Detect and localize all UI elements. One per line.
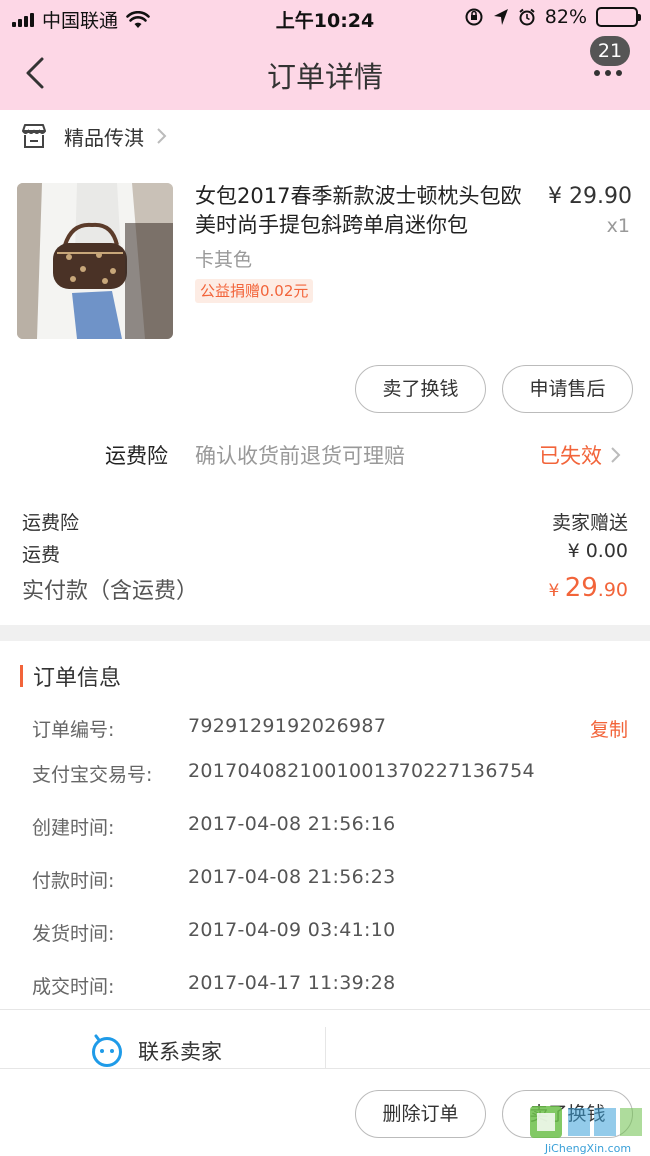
jichengxin-logo: JiChengXin.com <box>530 1106 642 1155</box>
alipay-trade-number: 2017040821001001370227136754 <box>188 760 535 782</box>
alarm-icon <box>519 8 535 26</box>
product-quantity: x1 <box>606 215 630 237</box>
contact-seller-label: 联系卖家 <box>138 1040 222 1064</box>
info-key: 发货时间: <box>32 923 115 945</box>
summary-paid-amount: ¥ 29.90 <box>548 573 628 603</box>
order-number: 7929129192026987 <box>188 715 387 737</box>
header: 中国联通 上午10:24 82% 订单详情 21 <box>0 0 650 110</box>
navigation-bar: 订单详情 21 <box>0 36 650 110</box>
summary-insurance-label: 运费险 <box>22 512 80 534</box>
divider-line <box>0 1009 650 1010</box>
watermark-text: JiChengXin.com <box>544 1142 631 1155</box>
shipped-time: 2017-04-09 03:41:10 <box>188 919 396 941</box>
orientation-lock-icon <box>465 8 483 26</box>
paid-currency: ¥ <box>548 581 565 601</box>
page-title: 订单详情 <box>266 60 383 94</box>
info-key: 创建时间: <box>32 817 115 839</box>
info-key: 成交时间: <box>32 976 115 998</box>
handbag-photo <box>17 183 173 339</box>
order-info-header: 订单信息 <box>20 662 122 691</box>
product-sku: 卡其色 <box>195 249 253 271</box>
paid-integer: 29 <box>564 573 598 603</box>
summary-insurance-value: 卖家赠送 <box>551 512 628 534</box>
delete-order-button[interactable]: 删除订单 <box>355 1090 486 1138</box>
battery-percent: 82% <box>544 6 587 28</box>
summary-insurance-row: 运费险 卖家赠送 <box>22 508 628 535</box>
product-title[interactable]: 女包2017春季新款波士顿枕头包欧美时尚手提包斜跨单肩迷你包 <box>195 182 525 240</box>
product-price: ¥ 29.90 <box>548 184 632 209</box>
more-icon <box>594 70 622 76</box>
summary-paid-label: 实付款（含运费） <box>22 579 199 604</box>
paid-decimal: .90 <box>597 579 628 601</box>
summary-paid-row: 实付款（含运费） ¥ 29.90 <box>22 573 628 605</box>
charity-tag: 公益捐赠0.02元 <box>195 279 314 303</box>
contact-seller-button[interactable]: 联系卖家 <box>90 1034 222 1068</box>
store-icon <box>22 124 46 148</box>
completed-time: 2017-04-17 11:39:28 <box>188 972 396 994</box>
summary-freight-row: 运费 ¥ 0.00 <box>22 540 628 567</box>
copy-button[interactable]: 复制 <box>590 715 628 742</box>
shop-link[interactable]: 精品传淇 <box>20 118 168 154</box>
watermark-logo: JiChengXin.com <box>528 1104 646 1156</box>
section-divider <box>0 625 650 641</box>
message-badge: 21 <box>590 36 630 66</box>
chevron-right-icon <box>611 447 621 463</box>
status-bar: 中国联通 上午10:24 82% <box>0 0 650 36</box>
info-key: 支付宝交易号: <box>32 764 153 786</box>
divider-line <box>0 1068 650 1069</box>
location-icon <box>493 9 508 25</box>
accent-bar <box>20 665 23 687</box>
chat-face-icon <box>92 1034 122 1067</box>
after-sale-button[interactable]: 申请售后 <box>502 365 633 413</box>
product-image[interactable] <box>17 183 173 339</box>
order-info-title: 订单信息 <box>33 666 122 691</box>
insurance-status: 已失效 <box>539 444 602 468</box>
info-key: 付款时间: <box>32 870 115 892</box>
divider-line <box>325 1027 326 1069</box>
chevron-right-icon <box>157 128 167 144</box>
more-menu-button[interactable]: 21 <box>582 36 630 96</box>
shop-name: 精品传淇 <box>64 125 144 150</box>
summary-freight-label: 运费 <box>22 544 61 566</box>
sell-for-cash-button[interactable]: 卖了换钱 <box>355 365 486 413</box>
insurance-description: 确认收货前退货可理赔 <box>195 444 405 468</box>
insurance-status-link[interactable]: 已失效 <box>539 440 622 470</box>
summary-freight-value: ¥ 0.00 <box>567 540 628 562</box>
info-key: 订单编号: <box>32 719 115 741</box>
battery-icon <box>596 7 641 27</box>
paid-time: 2017-04-08 21:56:23 <box>188 866 396 888</box>
created-time: 2017-04-08 21:56:16 <box>188 813 396 835</box>
insurance-label: 运费险 <box>105 444 168 468</box>
